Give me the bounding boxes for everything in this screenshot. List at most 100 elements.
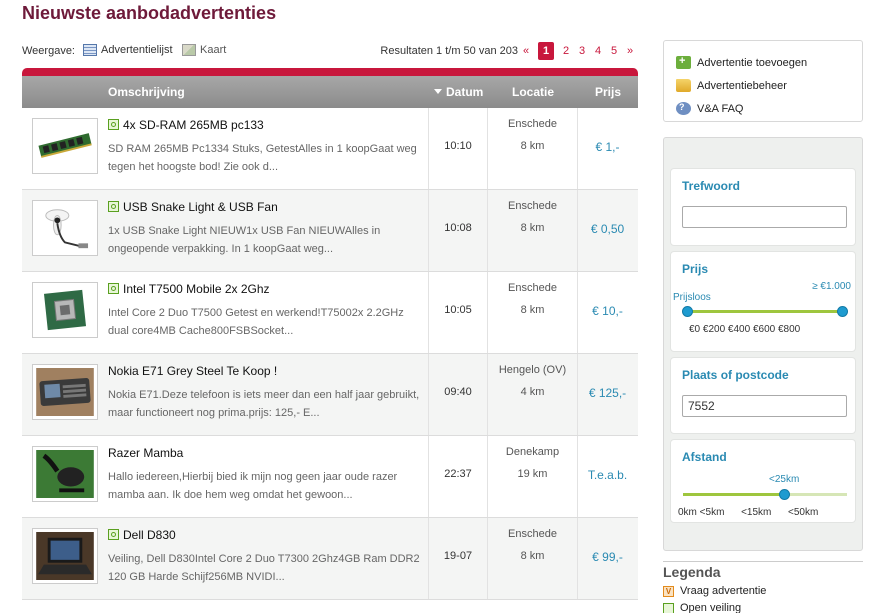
place-title: Plaats of postcode	[682, 368, 789, 382]
ad-distance: 4 km	[520, 386, 545, 398]
advert-management-link[interactable]: Advertentiebeheer	[676, 74, 862, 97]
ad-description: 1x USB Snake Light NIEUW1x USB Fan NIEUW…	[108, 225, 381, 255]
thumbnail[interactable]	[32, 364, 98, 420]
ad-distance: 19 km	[517, 468, 548, 480]
table-row[interactable]: Nokia E71 Grey Steel Te Koop ! Nokia E71…	[22, 354, 638, 436]
ad-description: Intel Core 2 Duo T7500 Getest en werkend…	[108, 307, 404, 337]
ad-description: Nokia E71.Deze telefoon is iets meer dan…	[108, 389, 420, 419]
pager-prev[interactable]: «	[518, 45, 534, 57]
ad-price: € 125,-	[588, 386, 627, 400]
keyword-title: Trefwoord	[682, 179, 741, 193]
ad-time: 10:08	[444, 222, 472, 234]
table-row[interactable]: Razer Mamba Hallo iedereen,Hierbij bied …	[22, 436, 638, 518]
results-count: Resultaten 1 t/m 50 van 203	[380, 45, 518, 57]
pager-current[interactable]: 1	[538, 42, 554, 60]
distance-title: Afstand	[682, 450, 727, 464]
col-header-date[interactable]: Datum	[434, 85, 483, 99]
ad-time: 10:10	[444, 140, 472, 152]
keyword-input[interactable]	[682, 206, 847, 228]
ram-module-image	[38, 133, 92, 158]
ad-time: 19-07	[443, 550, 473, 562]
ad-distance: 8 km	[520, 550, 545, 562]
distance-slider-fill	[683, 493, 785, 496]
ad-description: SD RAM 265MB Pc1334 Stuks, GetestAlles i…	[108, 143, 417, 173]
price-min-label: Prijsloos	[673, 292, 711, 303]
auction-icon	[108, 283, 119, 294]
table-row[interactable]: Intel T7500 Mobile 2x 2Ghz Intel Core 2 …	[22, 272, 638, 354]
sort-down-icon	[434, 89, 442, 94]
laptop-image	[36, 532, 94, 580]
ad-title[interactable]: 4x SD-RAM 265MB pc133	[123, 118, 264, 132]
view-list-option[interactable]: Advertentielijst	[83, 44, 173, 56]
pager-page[interactable]: 5	[606, 45, 622, 57]
table-row[interactable]: 4x SD-RAM 265MB pc133 SD RAM 265MB Pc133…	[22, 108, 638, 190]
price-slider-max-handle[interactable]	[837, 306, 848, 317]
keyword-filter: Trefwoord	[670, 168, 856, 246]
price-max-label: ≥ €1.000	[812, 281, 851, 292]
ad-title[interactable]: Intel T7500 Mobile 2x 2Ghz	[123, 282, 270, 296]
table-top-bar	[22, 68, 638, 76]
price-filter: Prijs ≥ €1.000 Prijsloos €0 €200 €400 €6…	[670, 251, 856, 352]
folder-icon	[676, 79, 691, 92]
legend-auction-label: Open veiling	[680, 602, 742, 613]
price-slider-track	[685, 310, 845, 313]
thumbnail[interactable]	[32, 118, 98, 174]
auction-icon	[108, 201, 119, 212]
price-slider-min-handle[interactable]	[682, 306, 693, 317]
phone-image	[36, 368, 94, 416]
add-advert-label: Advertentie toevoegen	[697, 56, 808, 69]
page-title: Nieuwste aanbodadvertenties	[22, 3, 277, 23]
ad-title[interactable]: Razer Mamba	[108, 446, 183, 460]
distance-value-label: <25km	[769, 474, 800, 485]
col-header-location[interactable]: Locatie	[512, 85, 554, 99]
thumbnail[interactable]	[32, 528, 98, 584]
ad-description: Hallo iedereen,Hierbij bied ik mijn nog …	[108, 471, 398, 501]
pagination: « 1 2 3 4 5 »	[518, 42, 638, 60]
help-icon	[676, 102, 691, 115]
price-title: Prijs	[682, 262, 709, 276]
ad-price: € 1,-	[595, 140, 620, 154]
view-label: Weergave:	[22, 45, 75, 57]
pager-page[interactable]: 4	[590, 45, 606, 57]
ad-price: € 99,-	[592, 550, 623, 564]
table-header: Omschrijving Datum Locatie Prijs	[22, 76, 638, 108]
col-header-price[interactable]: Prijs	[595, 85, 621, 99]
table-row[interactable]: Dell D830 Veiling, Dell D830Intel Core 2…	[22, 518, 638, 600]
thumbnail[interactable]	[32, 200, 98, 256]
pager-page[interactable]: 3	[574, 45, 590, 57]
cpu-image	[43, 289, 87, 331]
distance-slider-handle[interactable]	[779, 489, 790, 500]
ad-location: Enschede	[508, 282, 557, 294]
place-input[interactable]	[682, 395, 847, 417]
legend-request-label: Vraag advertentie	[680, 585, 767, 597]
ad-location: Denekamp	[505, 446, 560, 458]
distance-ticks: 0km <5km <15km <50km	[678, 507, 819, 518]
legend: Legenda V Vraag advertentie Open veiling	[663, 561, 863, 613]
ad-title[interactable]: USB Snake Light & USB Fan	[123, 200, 278, 214]
add-advert-link[interactable]: Advertentie toevoegen	[676, 51, 862, 74]
thumbnail[interactable]	[32, 446, 98, 502]
pager-page[interactable]: 2	[558, 45, 574, 57]
request-icon: V	[663, 585, 674, 597]
auction-icon	[108, 529, 119, 540]
ad-distance: 8 km	[520, 140, 545, 152]
pager-next[interactable]: »	[622, 45, 638, 57]
ad-title[interactable]: Dell D830	[123, 528, 176, 542]
ad-time: 10:05	[444, 304, 472, 316]
auction-icon	[663, 602, 674, 613]
thumbnail[interactable]	[32, 282, 98, 338]
faq-link[interactable]: V&A FAQ	[676, 97, 862, 120]
price-ticks: €0 €200 €400 €600 €800	[689, 324, 801, 335]
legend-item-request: V Vraag advertentie	[663, 585, 863, 597]
legend-title: Legenda	[663, 564, 721, 580]
filters-panel: Trefwoord Prijs ≥ €1.000 Prijsloos €0 €2…	[663, 137, 863, 551]
table-body: 4x SD-RAM 265MB pc133 SD RAM 265MB Pc133…	[22, 108, 638, 600]
view-map-option[interactable]: Kaart	[182, 44, 226, 56]
ad-title[interactable]: Nokia E71 Grey Steel Te Koop !	[108, 364, 277, 378]
col-header-description[interactable]: Omschrijving	[108, 85, 185, 99]
ad-description: Veiling, Dell D830Intel Core 2 Duo T7300…	[108, 553, 420, 583]
ad-location: Hengelo (OV)	[498, 364, 567, 376]
table-row[interactable]: USB Snake Light & USB Fan 1x USB Snake L…	[22, 190, 638, 272]
ad-location: Enschede	[508, 528, 557, 540]
distance-slider-track	[785, 493, 847, 496]
